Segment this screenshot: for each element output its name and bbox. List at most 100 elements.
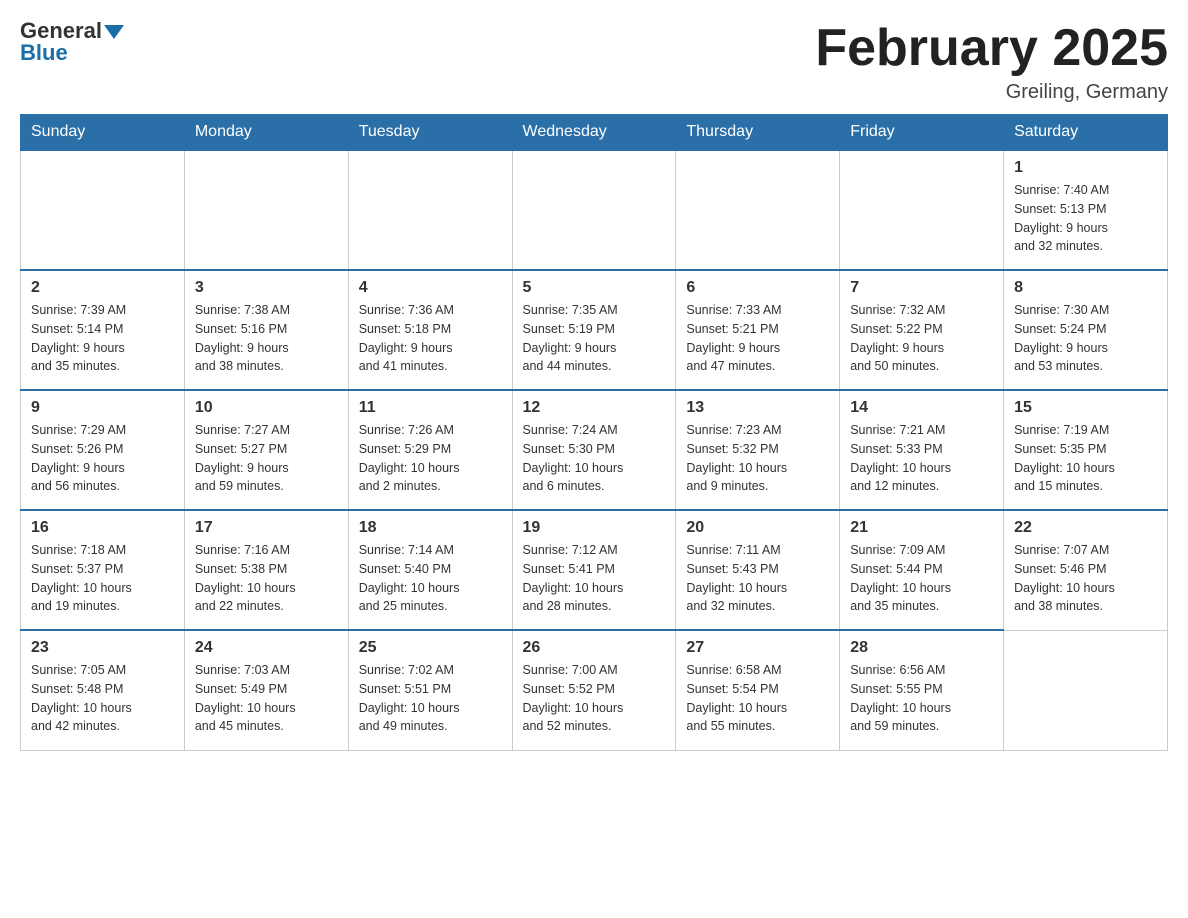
table-row: 15Sunrise: 7:19 AM Sunset: 5:35 PM Dayli…: [1004, 390, 1168, 510]
header-wednesday: Wednesday: [512, 115, 676, 151]
table-row: 22Sunrise: 7:07 AM Sunset: 5:46 PM Dayli…: [1004, 510, 1168, 630]
day-info: Sunrise: 7:12 AM Sunset: 5:41 PM Dayligh…: [523, 541, 666, 616]
day-info: Sunrise: 7:05 AM Sunset: 5:48 PM Dayligh…: [31, 661, 174, 736]
table-row: 1 Sunrise: 7:40 AM Sunset: 5:13 PM Daylig…: [1004, 150, 1168, 270]
day-number: 23: [31, 639, 174, 657]
table-row: 7Sunrise: 7:32 AM Sunset: 5:22 PM Daylig…: [840, 270, 1004, 390]
table-row: 26 Sunrise: 7:00 AM Sunset: 5:52 PM Dayli…: [512, 630, 676, 750]
day-info: Sunrise: 7:40 AM Sunset: 5:13 PM Dayligh…: [1014, 181, 1157, 256]
day-number: 7: [850, 279, 993, 297]
day-number: 1: [1014, 159, 1157, 177]
day-number: 10: [195, 399, 338, 417]
table-row: [21, 150, 185, 270]
day-info: Sunrise: 7:07 AM Sunset: 5:46 PM Dayligh…: [1014, 541, 1157, 616]
day-number: 9: [31, 399, 174, 417]
table-row: 14 Sunrise: 7:21 AM Sunset: 5:33 PM Dayli…: [840, 390, 1004, 510]
table-row: [1004, 630, 1168, 750]
table-row: 21 Sunrise: 7:09 AM Sunset: 5:44 PM Dayli…: [840, 510, 1004, 630]
day-info: Sunrise: 7:02 AM Sunset: 5:51 PM Dayligh…: [359, 661, 502, 736]
weekday-header-row: Sunday Monday Tuesday Wednesday Thursday…: [21, 115, 1168, 151]
table-row: 18 Sunrise: 7:14 AM Sunset: 5:40 PM Dayli…: [348, 510, 512, 630]
day-number: 18: [359, 519, 502, 537]
page-header: General Blue February 2025 Greiling, Ger…: [20, 20, 1168, 104]
day-number: 28: [850, 639, 993, 657]
table-row: 6Sunrise: 7:33 AM Sunset: 5:21 PM Daylig…: [676, 270, 840, 390]
day-info: Sunrise: 7:30 AM Sunset: 5:24 PM Dayligh…: [1014, 301, 1157, 376]
calendar-week-1: 1 Sunrise: 7:40 AM Sunset: 5:13 PM Daylig…: [21, 150, 1168, 270]
table-row: 23 Sunrise: 7:05 AM Sunset: 5:48 PM Dayli…: [21, 630, 185, 750]
header-saturday: Saturday: [1004, 115, 1168, 151]
day-info: Sunrise: 7:18 AM Sunset: 5:37 PM Dayligh…: [31, 541, 174, 616]
table-row: [512, 150, 676, 270]
header-sunday: Sunday: [21, 115, 185, 151]
table-row: [840, 150, 1004, 270]
day-number: 8: [1014, 279, 1157, 297]
day-info: Sunrise: 7:16 AM Sunset: 5:38 PM Dayligh…: [195, 541, 338, 616]
table-row: 10 Sunrise: 7:27 AM Sunset: 5:27 PM Dayli…: [184, 390, 348, 510]
header-thursday: Thursday: [676, 115, 840, 151]
table-row: 5Sunrise: 7:35 AM Sunset: 5:19 PM Daylig…: [512, 270, 676, 390]
table-row: 12 Sunrise: 7:24 AM Sunset: 5:30 PM Dayli…: [512, 390, 676, 510]
logo-general: General: [20, 20, 124, 42]
header-monday: Monday: [184, 115, 348, 151]
day-number: 14: [850, 399, 993, 417]
table-row: 4Sunrise: 7:36 AM Sunset: 5:18 PM Daylig…: [348, 270, 512, 390]
table-row: 25 Sunrise: 7:02 AM Sunset: 5:51 PM Dayli…: [348, 630, 512, 750]
day-number: 16: [31, 519, 174, 537]
table-row: 19 Sunrise: 7:12 AM Sunset: 5:41 PM Dayli…: [512, 510, 676, 630]
day-info: Sunrise: 7:11 AM Sunset: 5:43 PM Dayligh…: [686, 541, 829, 616]
logo-triangle-icon: [104, 25, 124, 39]
day-info: Sunrise: 7:29 AM Sunset: 5:26 PM Dayligh…: [31, 421, 174, 496]
logo: General Blue: [20, 20, 124, 66]
day-number: 11: [359, 399, 502, 417]
table-row: 3 Sunrise: 7:38 AM Sunset: 5:16 PM Daylig…: [184, 270, 348, 390]
calendar-week-4: 16 Sunrise: 7:18 AM Sunset: 5:37 PM Dayli…: [21, 510, 1168, 630]
day-info: Sunrise: 7:26 AM Sunset: 5:29 PM Dayligh…: [359, 421, 502, 496]
table-row: 13 Sunrise: 7:23 AM Sunset: 5:32 PM Dayli…: [676, 390, 840, 510]
day-info: Sunrise: 7:14 AM Sunset: 5:40 PM Dayligh…: [359, 541, 502, 616]
day-number: 25: [359, 639, 502, 657]
location: Greiling, Germany: [815, 81, 1168, 104]
calendar-table: Sunday Monday Tuesday Wednesday Thursday…: [20, 114, 1168, 751]
day-info: Sunrise: 6:56 AM Sunset: 5:55 PM Dayligh…: [850, 661, 993, 736]
table-row: 2 Sunrise: 7:39 AM Sunset: 5:14 PM Daylig…: [21, 270, 185, 390]
day-number: 13: [686, 399, 829, 417]
day-number: 12: [523, 399, 666, 417]
day-info: Sunrise: 7:23 AM Sunset: 5:32 PM Dayligh…: [686, 421, 829, 496]
table-row: 9 Sunrise: 7:29 AM Sunset: 5:26 PM Daylig…: [21, 390, 185, 510]
day-info: Sunrise: 7:38 AM Sunset: 5:16 PM Dayligh…: [195, 301, 338, 376]
day-info: Sunrise: 7:09 AM Sunset: 5:44 PM Dayligh…: [850, 541, 993, 616]
calendar-week-2: 2 Sunrise: 7:39 AM Sunset: 5:14 PM Daylig…: [21, 270, 1168, 390]
table-row: 11 Sunrise: 7:26 AM Sunset: 5:29 PM Dayli…: [348, 390, 512, 510]
day-number: 5: [523, 279, 666, 297]
day-info: Sunrise: 7:03 AM Sunset: 5:49 PM Dayligh…: [195, 661, 338, 736]
day-number: 24: [195, 639, 338, 657]
month-title: February 2025: [815, 20, 1168, 77]
day-number: 4: [359, 279, 502, 297]
table-row: [348, 150, 512, 270]
table-row: 16 Sunrise: 7:18 AM Sunset: 5:37 PM Dayli…: [21, 510, 185, 630]
day-number: 20: [686, 519, 829, 537]
table-row: [676, 150, 840, 270]
day-info: Sunrise: 7:24 AM Sunset: 5:30 PM Dayligh…: [523, 421, 666, 496]
day-number: 19: [523, 519, 666, 537]
day-info: Sunrise: 7:39 AM Sunset: 5:14 PM Dayligh…: [31, 301, 174, 376]
day-info: Sunrise: 7:21 AM Sunset: 5:33 PM Dayligh…: [850, 421, 993, 496]
day-info: Sunrise: 7:00 AM Sunset: 5:52 PM Dayligh…: [523, 661, 666, 736]
table-row: 28 Sunrise: 6:56 AM Sunset: 5:55 PM Dayli…: [840, 630, 1004, 750]
logo-blue: Blue: [20, 40, 68, 66]
table-row: 20 Sunrise: 7:11 AM Sunset: 5:43 PM Dayli…: [676, 510, 840, 630]
table-row: 27Sunrise: 6:58 AM Sunset: 5:54 PM Dayli…: [676, 630, 840, 750]
table-row: 8 Sunrise: 7:30 AM Sunset: 5:24 PM Daylig…: [1004, 270, 1168, 390]
day-number: 27: [686, 639, 829, 657]
day-number: 21: [850, 519, 993, 537]
day-info: Sunrise: 7:27 AM Sunset: 5:27 PM Dayligh…: [195, 421, 338, 496]
day-number: 3: [195, 279, 338, 297]
header-friday: Friday: [840, 115, 1004, 151]
day-number: 2: [31, 279, 174, 297]
header-tuesday: Tuesday: [348, 115, 512, 151]
day-number: 15: [1014, 399, 1157, 417]
day-number: 26: [523, 639, 666, 657]
day-number: 17: [195, 519, 338, 537]
table-row: [184, 150, 348, 270]
